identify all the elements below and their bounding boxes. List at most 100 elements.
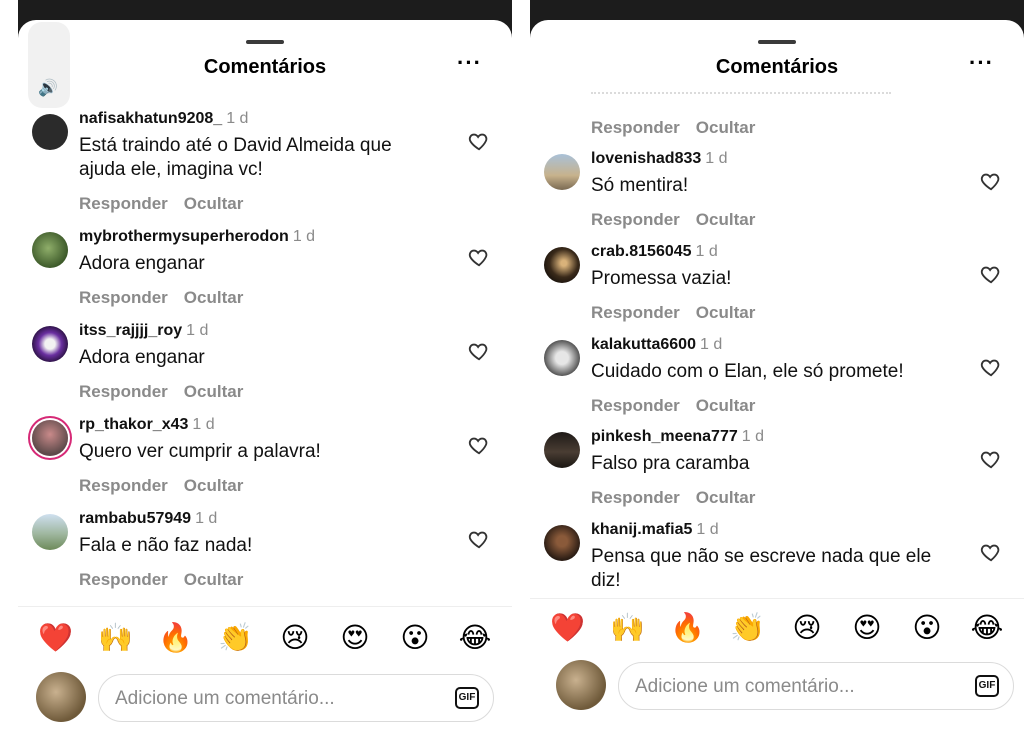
comment-actions: Responder Ocultar: [79, 476, 243, 496]
avatar[interactable]: [32, 114, 68, 150]
comment-username[interactable]: lovenishad833 1 d: [591, 150, 728, 168]
more-options-icon[interactable]: ···: [457, 50, 482, 76]
comment-age: 1 d: [192, 416, 215, 433]
comment-username[interactable]: crab.8156045 1 d: [591, 243, 718, 261]
avatar[interactable]: [32, 232, 68, 268]
comment-age: 1 d: [226, 110, 249, 127]
reply-button[interactable]: Responder: [79, 570, 168, 589]
comment-input[interactable]: Adicione um comentário... GIF: [618, 662, 1014, 710]
avatar[interactable]: [544, 340, 580, 376]
heart-emoji-button[interactable]: ❤️: [38, 622, 73, 654]
reply-button[interactable]: Responder: [79, 476, 168, 495]
comment-text: Adora enganar: [79, 253, 205, 274]
comment-username[interactable]: rp_thakor_x43 1 d: [79, 416, 215, 434]
heart-eyes-emoji-button[interactable]: 😍: [850, 612, 884, 644]
comment-input[interactable]: Adicione um comentário... GIF: [98, 674, 494, 722]
comment-text: Quero ver cumprir a palavra!: [79, 441, 321, 462]
comment-text: Cuidado com o Elan, ele só promete!: [591, 361, 904, 382]
hide-button[interactable]: Ocultar: [696, 210, 756, 229]
gif-button[interactable]: GIF: [455, 687, 479, 709]
reply-button[interactable]: Responder: [591, 118, 680, 137]
comment-age: 1 d: [292, 228, 316, 245]
volume-indicator: 🔊: [28, 22, 70, 108]
laughing-emoji-button[interactable]: 😂: [458, 622, 492, 654]
surprised-emoji-button[interactable]: 😮: [398, 622, 432, 654]
comment-username[interactable]: nafisakhatun9208_ 1 d: [79, 110, 248, 128]
current-user-avatar: [556, 660, 606, 710]
comment-text: Falso pra caramba: [591, 453, 750, 474]
clapping-emoji-button[interactable]: 👏: [730, 612, 765, 644]
comment-text: Adora enganar: [79, 347, 205, 368]
like-heart-icon[interactable]: [468, 130, 490, 152]
comment-username[interactable]: mybrothermysuperherodon 1 d: [79, 228, 315, 246]
reply-button[interactable]: Responder: [79, 288, 168, 307]
avatar[interactable]: [32, 514, 68, 550]
comment-input-placeholder: Adicione um comentário...: [635, 676, 855, 697]
like-heart-icon[interactable]: [468, 246, 490, 268]
hide-button[interactable]: Ocultar: [184, 476, 244, 495]
sheet-title: Comentários: [715, 56, 839, 78]
comment-composer: Adicione um comentário... GIF: [18, 672, 512, 726]
reply-button[interactable]: Responder: [591, 210, 680, 229]
fire-emoji-button[interactable]: 🔥: [670, 612, 705, 644]
comment-age: 1 d: [705, 150, 728, 167]
quick-reaction-bar: ❤️ 🙌 🔥 👏 😢 😍 😮 😂: [530, 612, 1024, 644]
avatar[interactable]: [32, 326, 68, 362]
avatar[interactable]: [544, 154, 580, 190]
crying-emoji-button[interactable]: 😢: [278, 622, 312, 654]
avatar[interactable]: [544, 525, 580, 561]
avatar[interactable]: [544, 432, 580, 468]
reply-button[interactable]: Responder: [591, 396, 680, 415]
comment-age: 1 d: [695, 243, 718, 260]
hide-button[interactable]: Ocultar: [184, 570, 244, 589]
hide-button[interactable]: Ocultar: [696, 396, 756, 415]
like-heart-icon[interactable]: [980, 263, 1002, 285]
avatar[interactable]: [32, 420, 68, 456]
like-heart-icon[interactable]: [980, 170, 1002, 192]
reply-button[interactable]: Responder: [591, 488, 680, 507]
comment-username[interactable]: kalakutta6600 1 d: [591, 336, 722, 354]
comment-username[interactable]: itss_rajjjj_roy 1 d: [79, 322, 208, 340]
like-heart-icon[interactable]: [468, 340, 490, 362]
comment-text: Só mentira!: [591, 175, 689, 196]
comment-username[interactable]: rambabu57949 1 d: [79, 510, 217, 528]
comment-username[interactable]: pinkesh_meena777 1 d: [591, 428, 764, 446]
comment-actions: Responder Ocultar: [79, 194, 243, 214]
hide-button[interactable]: Ocultar: [696, 303, 756, 322]
sheet-grabber[interactable]: [246, 40, 284, 44]
reply-button[interactable]: Responder: [79, 194, 168, 213]
divider: [530, 598, 1024, 599]
crying-emoji-button[interactable]: 😢: [790, 612, 824, 644]
right-comments-sheet: Comentários ··· Responder Ocultar lovenis…: [530, 0, 1024, 756]
gif-button[interactable]: GIF: [975, 675, 999, 697]
reply-button[interactable]: Responder: [79, 382, 168, 401]
heart-emoji-button[interactable]: ❤️: [550, 612, 585, 644]
hide-button[interactable]: Ocultar: [696, 118, 756, 137]
heart-eyes-emoji-button[interactable]: 😍: [338, 622, 372, 654]
raising-hands-emoji-button[interactable]: 🙌: [610, 612, 645, 644]
avatar[interactable]: [544, 247, 580, 283]
hide-button[interactable]: Ocultar: [184, 288, 244, 307]
like-heart-icon[interactable]: [980, 356, 1002, 378]
like-heart-icon[interactable]: [468, 528, 490, 550]
comment-text: Está traindo até o David Almeida que aju…: [79, 135, 392, 180]
surprised-emoji-button[interactable]: 😮: [910, 612, 944, 644]
hide-button[interactable]: Ocultar: [184, 382, 244, 401]
fire-emoji-button[interactable]: 🔥: [158, 622, 193, 654]
raising-hands-emoji-button[interactable]: 🙌: [98, 622, 133, 654]
comment-actions: Responder Ocultar: [79, 288, 243, 308]
clapping-emoji-button[interactable]: 👏: [218, 622, 253, 654]
comment-input-placeholder: Adicione um comentário...: [115, 688, 335, 709]
sheet-grabber[interactable]: [758, 40, 796, 44]
like-heart-icon[interactable]: [980, 448, 1002, 470]
like-heart-icon[interactable]: [980, 541, 1002, 563]
laughing-emoji-button[interactable]: 😂: [970, 612, 1004, 644]
divider: [18, 606, 512, 607]
hide-button[interactable]: Ocultar: [696, 488, 756, 507]
more-options-icon[interactable]: ···: [969, 50, 994, 76]
hide-button[interactable]: Ocultar: [184, 194, 244, 213]
comment-username[interactable]: khanij.mafia5 1 d: [591, 521, 719, 539]
reply-button[interactable]: Responder: [591, 303, 680, 322]
like-heart-icon[interactable]: [468, 434, 490, 456]
comment-age: 1 d: [186, 322, 209, 339]
